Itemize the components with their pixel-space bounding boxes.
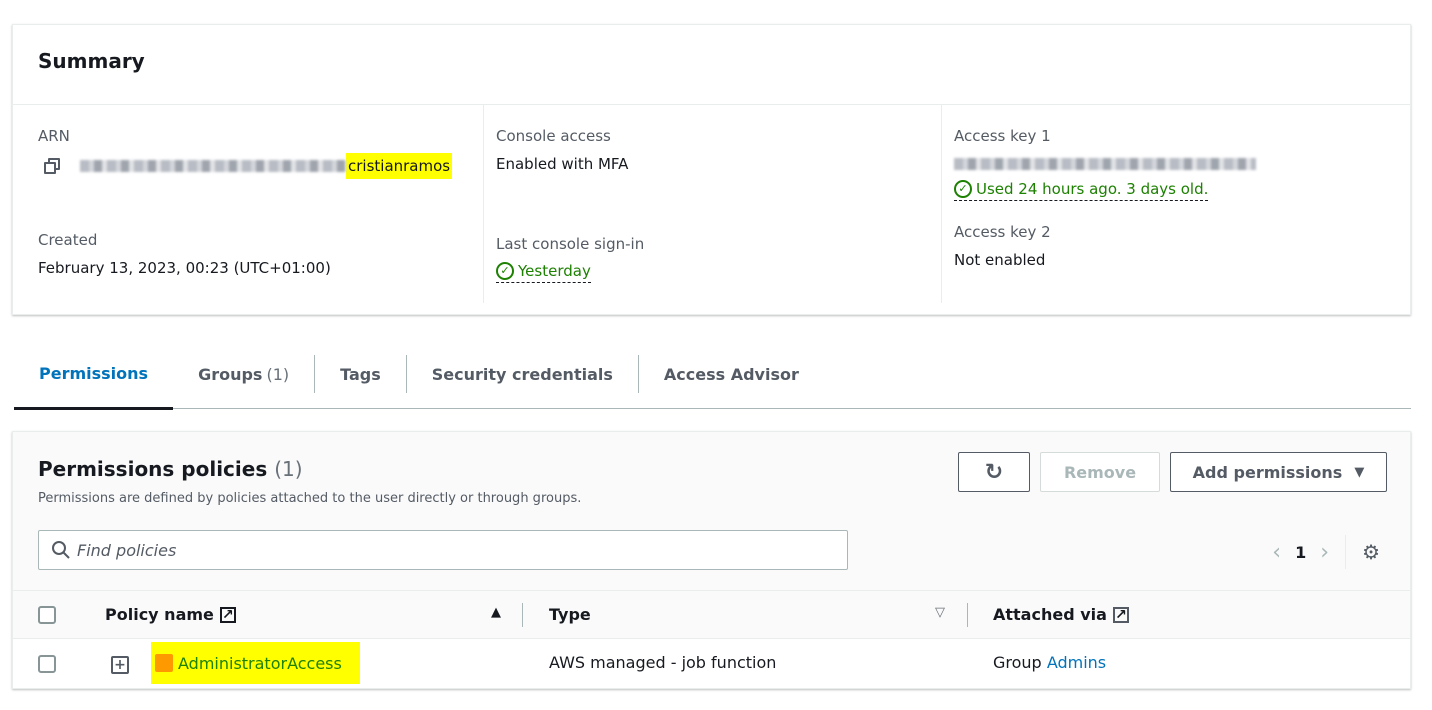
- sort-ascending-icon[interactable]: ▲: [491, 605, 501, 620]
- tab-access-advisor[interactable]: Access Advisor: [639, 355, 824, 393]
- select-all-checkbox[interactable]: [38, 606, 56, 624]
- column-policy-name[interactable]: Policy name ↗: [105, 605, 236, 624]
- search-icon: [51, 540, 71, 564]
- tab-security-credentials[interactable]: Security credentials: [407, 355, 639, 393]
- add-permissions-button[interactable]: Add permissions ▼: [1170, 452, 1387, 492]
- copy-icon[interactable]: [44, 158, 60, 174]
- policies-count: (1): [274, 457, 303, 481]
- policy-type: AWS managed - job function: [549, 653, 777, 672]
- chevron-left-icon[interactable]: ‹: [1272, 540, 1281, 565]
- permissions-policies-panel: Permissions policies (1) Permissions are…: [12, 431, 1411, 689]
- created-label: Created: [38, 231, 98, 249]
- search-placeholder: Find policies: [77, 540, 177, 560]
- column-attached-via[interactable]: Attached via ↗: [993, 605, 1129, 624]
- add-permissions-label: Add permissions: [1192, 462, 1343, 482]
- refresh-button[interactable]: ↻: [958, 452, 1030, 492]
- page-number[interactable]: 1: [1295, 543, 1306, 562]
- row-checkbox[interactable]: [38, 655, 56, 673]
- column-label: Type: [549, 605, 591, 624]
- last-signin-value[interactable]: ✓ Yesterday: [496, 261, 591, 283]
- policy-name-link[interactable]: AdministratorAccess: [151, 642, 360, 684]
- remove-button[interactable]: Remove: [1040, 452, 1160, 492]
- arn-label: ARN: [38, 127, 70, 145]
- summary-panel: Summary ARN cristianramos Created Februa…: [12, 24, 1411, 315]
- external-link-icon: ↗: [1112, 606, 1129, 623]
- check-circle-icon: ✓: [954, 179, 972, 198]
- console-access-label: Console access: [496, 127, 611, 145]
- tab-groups[interactable]: Groups (1): [173, 355, 316, 393]
- tab-label: Groups: [198, 364, 263, 384]
- column-label: Attached via: [993, 605, 1107, 624]
- refresh-icon: ↻: [984, 459, 1004, 485]
- chevron-right-icon[interactable]: ›: [1320, 540, 1329, 565]
- last-signin-label: Last console sign-in: [496, 235, 645, 253]
- access-key-1-status[interactable]: ✓ Used 24 hours ago. 3 days old.: [954, 179, 1209, 201]
- policies-description: Permissions are defined by policies atta…: [38, 491, 582, 506]
- policies-title: Permissions policies (1): [38, 457, 303, 481]
- find-policies-input[interactable]: Find policies: [38, 530, 848, 570]
- access-key-1-status-text: Used 24 hours ago. 3 days old.: [976, 179, 1209, 198]
- console-access-value: Enabled with MFA: [496, 155, 629, 173]
- tab-count: (1): [266, 364, 290, 384]
- pagination: ‹ 1 › ⚙: [1272, 535, 1380, 569]
- policy-name: AdministratorAccess: [178, 653, 342, 673]
- table-header: Policy name ↗ ▲ Type ▽ Attached via ↗: [13, 591, 1410, 639]
- access-key-1-label: Access key 1: [954, 127, 1051, 145]
- tab-label: Access Advisor: [663, 364, 799, 384]
- external-link-icon: ↗: [219, 606, 236, 623]
- attached-via-prefix: Group: [993, 653, 1042, 672]
- table-row: + AdministratorAccess AWS managed - job …: [13, 639, 1410, 690]
- arn-username: cristianramos: [346, 153, 453, 179]
- access-key-1-redacted: [954, 158, 1256, 170]
- last-signin-text: Yesterday: [518, 261, 591, 280]
- check-circle-icon: ✓: [496, 261, 514, 280]
- policies-title-text: Permissions policies: [38, 457, 268, 481]
- settings-gear-icon[interactable]: ⚙: [1362, 540, 1380, 564]
- summary-title: Summary: [13, 25, 1410, 105]
- expand-icon[interactable]: +: [111, 656, 129, 674]
- caret-down-icon: ▼: [1354, 464, 1365, 480]
- created-value: February 13, 2023, 00:23 (UTC+01:00): [38, 259, 331, 277]
- column-type[interactable]: Type: [549, 605, 591, 624]
- tab-permissions[interactable]: Permissions: [14, 355, 174, 410]
- aws-managed-policy-icon: [155, 654, 173, 672]
- tab-tags[interactable]: Tags: [315, 355, 407, 393]
- access-key-2-label: Access key 2: [954, 223, 1051, 241]
- tab-label: Security credentials: [431, 364, 613, 384]
- tab-label: Permissions: [39, 364, 149, 383]
- user-tabs: Permissions Groups (1) Tags Security cred…: [14, 355, 1411, 410]
- column-label: Policy name: [105, 605, 214, 624]
- group-admins-link[interactable]: Admins: [1047, 653, 1106, 672]
- access-key-2-value: Not enabled: [954, 251, 1046, 269]
- arn-redacted: [80, 160, 346, 172]
- attached-via: Group Admins: [993, 653, 1106, 672]
- sort-icon[interactable]: ▽: [935, 605, 945, 620]
- tab-label: Tags: [340, 364, 381, 384]
